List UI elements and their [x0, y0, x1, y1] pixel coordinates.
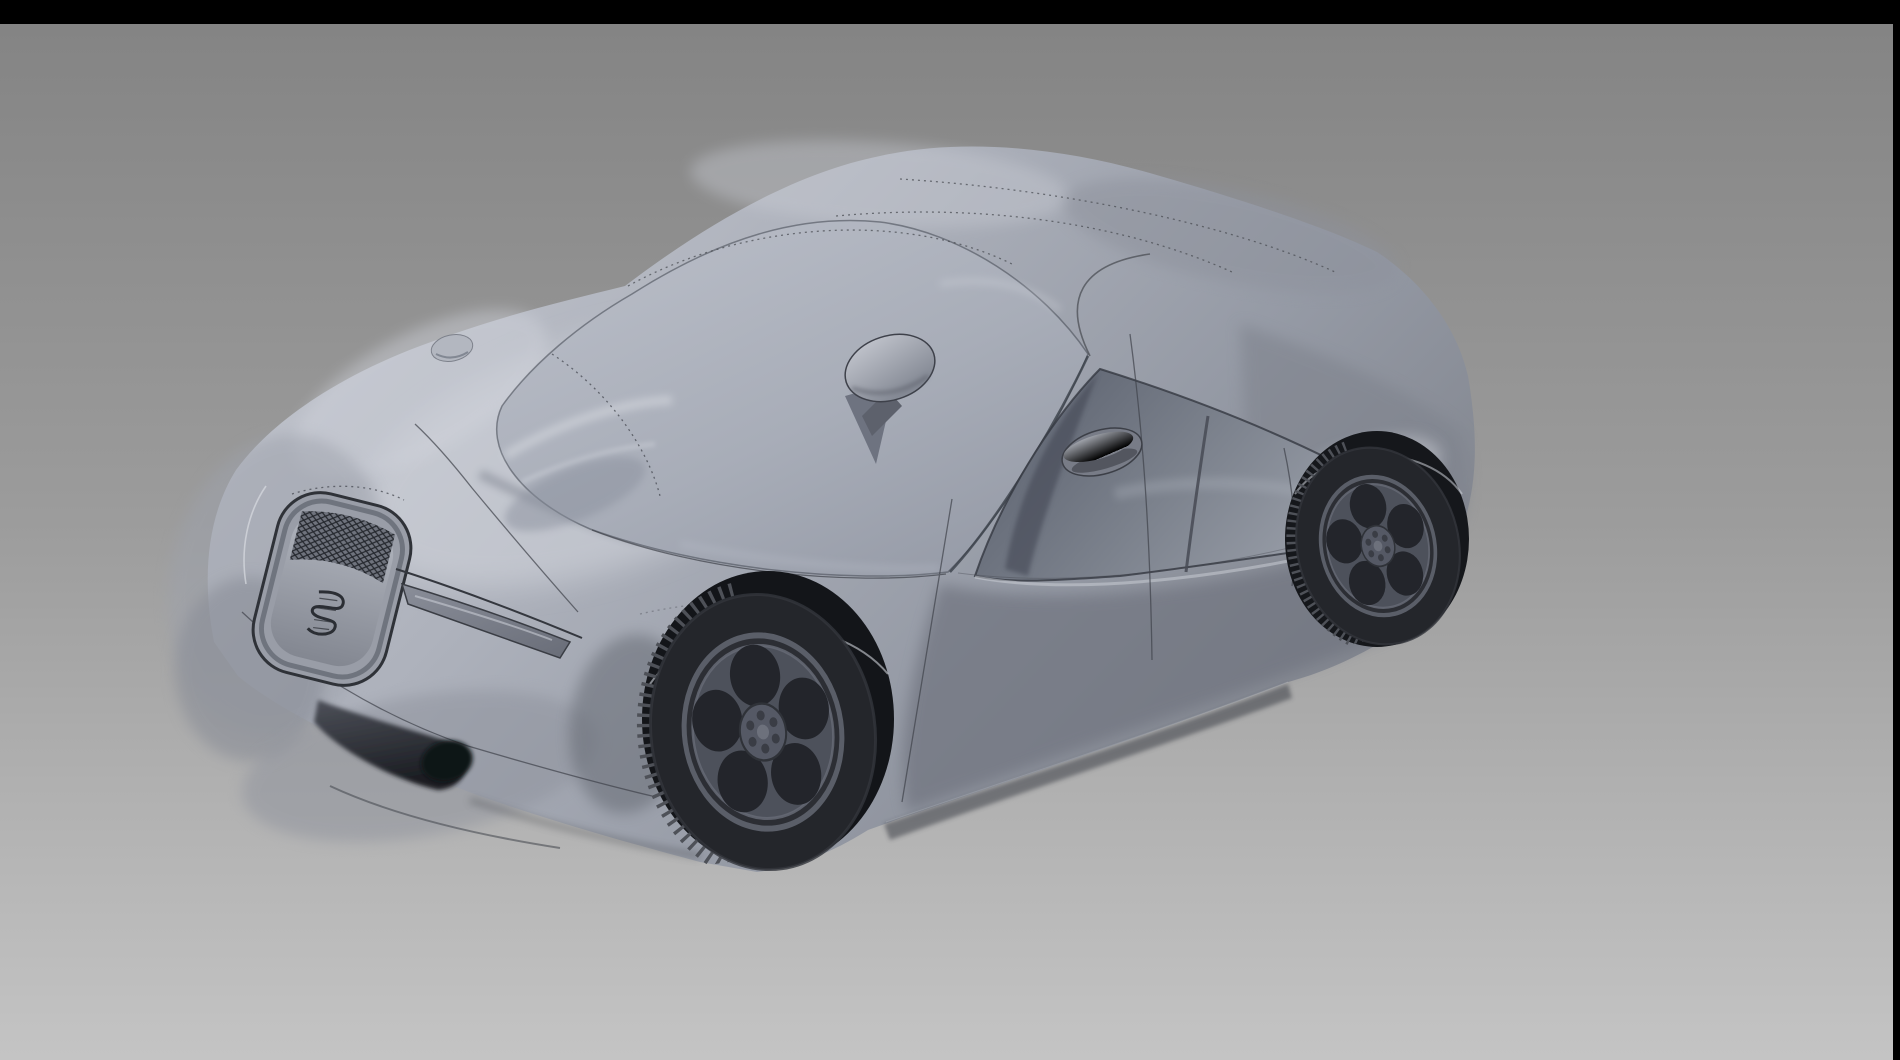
3d-viewport[interactable]: [0, 24, 1893, 1060]
top-letterbox-bar: [0, 0, 1900, 24]
right-letterbox-bar: [1893, 0, 1900, 1060]
car-render: [0, 24, 1893, 1060]
screenshot-root: [0, 0, 1900, 1060]
